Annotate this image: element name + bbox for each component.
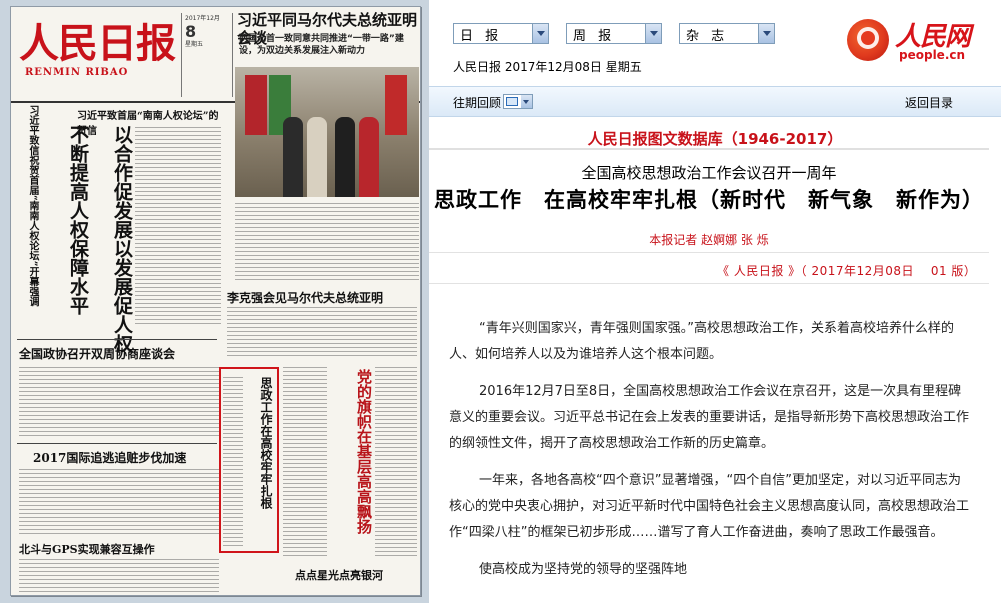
chevron-down-icon[interactable] — [645, 24, 661, 43]
fugitive-headline: 2017国际追逃追赃步伐加速 — [33, 451, 187, 465]
magazine-select-label: 杂 志 — [686, 29, 729, 44]
article-byline: 本报记者 赵婀娜 张 烁 — [649, 233, 769, 247]
calendar-icon — [506, 97, 518, 106]
page-root: 人民日报 RENMIN RIBAO 2017年12月 8 星期五 习近平同马尔代… — [0, 0, 1001, 603]
nav-bar: 往期回顾 返回目录 — [429, 86, 1001, 117]
text-column — [375, 367, 417, 557]
chevron-down-icon[interactable] — [521, 95, 532, 108]
vertical-headline-b: 不断提高人权保障水平 — [67, 125, 89, 315]
photo-figure — [335, 117, 355, 197]
article-source[interactable]: 《 人民日报 》（ 2017年12月08日 01 版） — [717, 262, 976, 279]
back-to-index-link[interactable]: 返回目录 — [905, 94, 953, 111]
top-toolbar: 日 报 周 报 杂 志 人民日报 2017年12月08日 星期五 人民网 peo… — [429, 0, 1001, 86]
chevron-down-icon[interactable] — [532, 24, 548, 43]
article-paragraph: 2016年12月7日至8日，全国高校思想政治工作会议在京召开，这是一次具有里程碑… — [449, 384, 970, 451]
prev-issues-link[interactable]: 往期回顾 — [453, 94, 501, 111]
divider — [17, 443, 217, 444]
magazine-select[interactable]: 杂 志 — [679, 23, 775, 44]
vertical-headline-a: 习近平致信祝贺首届“南南人权论坛”开幕强调 — [27, 105, 38, 307]
premier-headline: 李克强会见马尔代夫总统亚明 — [227, 291, 384, 305]
cppcc-headline: 全国政协召开双周协商座谈会 — [19, 347, 176, 361]
divider — [17, 339, 217, 340]
issue-info-box: 2017年12月 8 星期五 — [181, 13, 233, 97]
divider — [429, 283, 989, 284]
people-logo-domain[interactable]: people.cn — [899, 48, 965, 62]
issue-day-number: 8 — [185, 22, 197, 41]
lead-photo — [235, 67, 419, 197]
vertical-headline-c: 以合作促发展以发展促人权 — [111, 125, 133, 353]
photo-figure — [359, 117, 379, 197]
article-paragraph: 使高校成为坚持党的领导的坚强阵地 — [479, 562, 688, 577]
article-paragraph: 一年来，各地各高校“四个意识”显著增强，“四个自信”更加坚定，对以习近平同志为核… — [449, 473, 970, 540]
bottom-banner: 点点星光点亮银河 — [295, 569, 383, 582]
text-column — [135, 127, 221, 327]
text-column — [235, 203, 419, 283]
lead-subheadline: 两国元首一致同意共同推进“一带一路”建设，为双边关系发展注入新动力 — [239, 34, 404, 56]
newspaper-page-image[interactable]: 人民日报 RENMIN RIBAO 2017年12月 8 星期五 习近平同马尔代… — [10, 6, 421, 596]
article-headline: 思政工作 在高校牢牢扎根（新时代 新气象 新作为） — [434, 188, 984, 212]
issue-weekday: 星期五 — [185, 41, 204, 48]
divider — [429, 252, 989, 253]
weekly-select-label: 周 报 — [573, 29, 616, 44]
photo-figure — [307, 117, 327, 197]
weekly-select[interactable]: 周 报 — [566, 23, 662, 44]
article-kicker: 全国高校思想政治工作会议召开一周年 — [581, 164, 837, 182]
people-logo-icon[interactable] — [847, 19, 889, 61]
beidou-headline: 北斗与GPS实现兼容互操作 — [19, 543, 155, 556]
newspaper-logo-latin: RENMIN RIBAO — [25, 67, 129, 78]
flag-decor — [385, 75, 407, 135]
chevron-down-icon[interactable] — [758, 24, 774, 43]
text-column — [19, 469, 219, 537]
issue-date-line: 人民日报 2017年12月08日 星期五 — [453, 60, 642, 74]
database-title: 人民日报图文数据库（1946-2017） — [587, 130, 843, 148]
newspaper-logo: 人民日报 — [19, 20, 176, 67]
article-paragraph: “青年兴则国家兴，青年强则国家强。”高校思想政治工作，关系着高校培养什么样的人、… — [449, 321, 954, 362]
calendar-picker[interactable] — [503, 94, 533, 109]
daily-select-label: 日 报 — [460, 29, 503, 44]
text-column — [19, 367, 219, 437]
article-pane: 日 报 周 报 杂 志 人民日报 2017年12月08日 星期五 人民网 peo… — [429, 0, 1001, 603]
article-body: “青年兴则国家兴，青年强则国家强。”高校思想政治工作，关系着高校培养什么样的人、… — [449, 316, 969, 594]
text-column — [19, 559, 219, 593]
text-column — [223, 377, 243, 547]
newspaper-viewer: 人民日报 RENMIN RIBAO 2017年12月 8 星期五 习近平同马尔代… — [0, 0, 429, 603]
text-column — [227, 307, 417, 357]
divider — [429, 148, 989, 150]
flag-decor — [245, 75, 267, 135]
photo-figure — [283, 117, 303, 197]
selected-article-title: 思政工作在高校牢牢扎根 — [259, 377, 273, 509]
text-column — [283, 367, 327, 557]
party-banner-vertical: 党的旗帜在基层高高飘扬 — [355, 369, 373, 534]
daily-select[interactable]: 日 报 — [453, 23, 549, 44]
